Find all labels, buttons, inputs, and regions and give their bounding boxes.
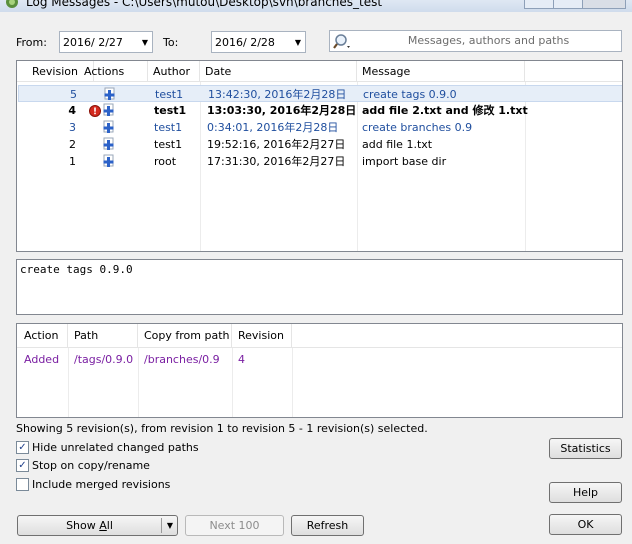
revision-row[interactable]: 3 test1 0:34:01, 2016年2月28日 create branches… bbox=[18, 119, 622, 136]
window-controls bbox=[524, 0, 626, 9]
close-button[interactable] bbox=[582, 0, 626, 9]
checkbox-box[interactable] bbox=[16, 478, 29, 491]
from-label: From: bbox=[16, 36, 47, 49]
revision-message: add file 2.txt and 修改 1.txt bbox=[362, 104, 528, 117]
chevron-down-icon[interactable]: ▼ bbox=[291, 32, 305, 52]
revision-row[interactable]: 5 test1 13:42:30, 2016年2月28日 create tags 0.… bbox=[18, 85, 622, 102]
from-date-value: 2016/ 2/27 bbox=[63, 35, 123, 49]
column-header-path[interactable]: Path bbox=[68, 324, 138, 348]
show-all-split-button[interactable]: Show All ▼ bbox=[17, 515, 178, 536]
revision-message: add file 1.txt bbox=[362, 138, 433, 151]
help-button[interactable]: Help bbox=[549, 482, 622, 503]
from-date-picker[interactable]: 2016/ 2/27 ▼ bbox=[59, 31, 153, 53]
include-merged-label: Include merged revisions bbox=[32, 478, 171, 491]
changed-path-action: Added bbox=[24, 353, 60, 366]
added-action-icon bbox=[103, 120, 114, 133]
maximize-button[interactable] bbox=[553, 0, 583, 9]
added-action-icon bbox=[103, 137, 114, 150]
revision-list-header: Revision Actions Author Date Message bbox=[17, 61, 622, 82]
include-merged-checkbox[interactable]: Include merged revisions bbox=[16, 478, 170, 491]
stop-on-copy-checkbox[interactable]: ✓ Stop on copy/rename bbox=[16, 459, 150, 472]
revision-row[interactable]: 4 test1 13:03:30, 2016年2月28日 add file 2.txt… bbox=[18, 102, 622, 119]
revision-number: 4 bbox=[68, 104, 76, 117]
changed-paths-list[interactable]: Action Path Copy from path Revision Adde… bbox=[16, 323, 623, 418]
revision-author: test1 bbox=[154, 138, 183, 151]
column-header-copy-from-path[interactable]: Copy from path bbox=[138, 324, 232, 348]
revision-author: test1 bbox=[154, 121, 183, 134]
revision-author: test1 bbox=[155, 88, 184, 101]
stop-on-copy-label: Stop on copy/rename bbox=[32, 459, 150, 472]
changed-path-row[interactable]: Added /tags/0.9.0 /branches/0.9 4 bbox=[17, 351, 622, 368]
tortoisesvn-app-icon bbox=[6, 0, 18, 8]
modified-action-icon bbox=[89, 105, 101, 117]
revision-row[interactable]: 1 root 17:31:30, 2016年2月27日 import base dir bbox=[18, 153, 622, 170]
revision-date: 19:52:16, 2016年2月27日 bbox=[207, 138, 346, 151]
split-separator bbox=[161, 518, 162, 533]
revision-date: 13:42:30, 2016年2月28日 bbox=[208, 88, 347, 101]
statistics-button[interactable]: Statistics bbox=[549, 438, 622, 459]
revision-number: 3 bbox=[69, 121, 76, 134]
revision-author: root bbox=[154, 155, 177, 168]
column-header-path-revision[interactable]: Revision bbox=[232, 324, 292, 348]
search-placeholder: Messages, authors and paths bbox=[407, 34, 570, 47]
to-date-value: 2016/ 2/28 bbox=[215, 35, 275, 49]
show-all-label-accelerator: A bbox=[99, 519, 107, 532]
checkbox-box[interactable]: ✓ bbox=[16, 441, 29, 454]
search-input[interactable]: Messages, authors and paths bbox=[329, 30, 622, 52]
to-date-picker[interactable]: 2016/ 2/28 ▼ bbox=[211, 31, 306, 53]
ok-button[interactable]: OK bbox=[549, 514, 622, 535]
refresh-button[interactable]: Refresh bbox=[291, 515, 364, 536]
revision-date: 13:03:30, 2016年2月28日 bbox=[207, 104, 357, 117]
show-all-button[interactable]: Show All bbox=[18, 516, 161, 535]
revision-date: 0:34:01, 2016年2月28日 bbox=[207, 121, 339, 134]
status-text: Showing 5 revision(s), from revision 1 t… bbox=[16, 422, 428, 435]
revision-number: 2 bbox=[69, 138, 76, 151]
revision-row[interactable]: 2 test1 19:52:16, 2016年2月27日 add file 1.txt bbox=[18, 136, 622, 153]
changed-paths-header: Action Path Copy from path Revision bbox=[17, 324, 622, 348]
column-header-date[interactable]: Date bbox=[200, 61, 357, 82]
search-icon[interactable] bbox=[333, 33, 353, 51]
column-header-message[interactable]: Message bbox=[357, 61, 525, 82]
column-header-author[interactable]: Author bbox=[148, 61, 200, 82]
changed-path-revision: 4 bbox=[238, 353, 245, 366]
changed-path-copy-from: /branches/0.9 bbox=[144, 353, 220, 366]
revision-list[interactable]: Revision Actions Author Date Message 5 te… bbox=[16, 60, 623, 252]
log-message-box[interactable]: create tags 0.9.0 bbox=[16, 259, 623, 315]
to-label: To: bbox=[163, 36, 179, 49]
title-bar: Log Messages - C:\Users\mutou\Desktop\sv… bbox=[0, 0, 632, 12]
column-header-action[interactable]: Action bbox=[17, 324, 68, 348]
revision-date: 17:31:30, 2016年2月27日 bbox=[207, 155, 346, 168]
column-header-actions[interactable]: Actions bbox=[79, 61, 148, 82]
revision-message: import base dir bbox=[362, 155, 447, 168]
added-action-icon bbox=[104, 87, 115, 100]
revision-author: test1 bbox=[154, 104, 187, 117]
chevron-down-icon[interactable]: ▼ bbox=[138, 32, 152, 52]
revision-number: 1 bbox=[69, 155, 76, 168]
hide-unrelated-label: Hide unrelated changed paths bbox=[32, 441, 199, 454]
added-action-icon bbox=[103, 103, 114, 116]
added-action-icon bbox=[103, 154, 114, 167]
checkbox-box[interactable]: ✓ bbox=[16, 459, 29, 472]
hide-unrelated-checkbox[interactable]: ✓ Hide unrelated changed paths bbox=[16, 441, 199, 454]
show-all-label-suffix: ll bbox=[106, 519, 113, 532]
revision-number: 5 bbox=[70, 88, 77, 101]
revision-message: create branches 0.9 bbox=[362, 121, 473, 134]
changed-path-path: /tags/0.9.0 bbox=[74, 353, 134, 366]
show-all-label-prefix: Show bbox=[66, 519, 100, 532]
chevron-down-icon[interactable]: ▼ bbox=[163, 516, 177, 535]
next-100-button[interactable]: Next 100 bbox=[185, 515, 284, 536]
revision-message: create tags 0.9.0 bbox=[363, 88, 457, 101]
minimize-button[interactable] bbox=[524, 0, 554, 9]
window-title: Log Messages - C:\Users\mutou\Desktop\sv… bbox=[26, 0, 383, 9]
